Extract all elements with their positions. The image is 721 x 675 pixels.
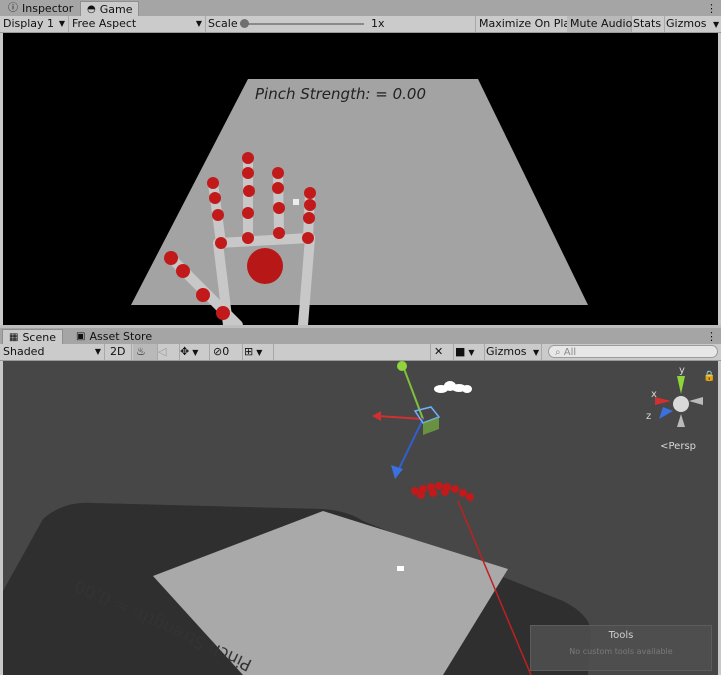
cloud-icon xyxy=(434,381,472,393)
chevron-down-icon: ▼ xyxy=(713,20,720,29)
shading-dropdown[interactable]: Shaded ▼ xyxy=(0,344,105,360)
gizmo-z-label: z xyxy=(646,411,651,422)
persp-text: Persp xyxy=(668,441,697,452)
gizmos-dropdown[interactable]: Gizmos ▼ xyxy=(663,16,721,32)
tab-scene-label: Scene xyxy=(22,331,56,344)
gamepad-icon: ◓ xyxy=(87,3,96,15)
bag-icon: ▣ xyxy=(76,330,86,342)
camera-dropdown[interactable]: ■ ▼ xyxy=(452,344,485,360)
display-label: Display 1 xyxy=(3,17,55,30)
scene-tabbar: ▦ Scene ▣ Asset Store ⋮ xyxy=(0,328,721,345)
bulb-icon: ♨ xyxy=(136,345,146,358)
wrench-icon: ✕ xyxy=(434,345,444,358)
scale-value: 1x xyxy=(371,17,385,30)
gizmo-y-label: y xyxy=(679,365,685,376)
maximize-on-play-button[interactable]: Maximize On Play xyxy=(475,16,577,32)
tab-asset-store[interactable]: ▣ Asset Store xyxy=(70,329,158,344)
game-render xyxy=(131,79,588,325)
search-input[interactable]: ⌕ All xyxy=(548,345,718,358)
gizmo-x-handle[interactable] xyxy=(372,411,381,421)
shading-label: Shaded xyxy=(3,345,45,358)
tab-scene[interactable]: ▦ Scene xyxy=(2,329,63,345)
tools-overlay: Tools No custom tools available xyxy=(530,625,712,671)
chevron-left-icon: < xyxy=(660,441,669,452)
scene-gizmos-dropdown[interactable]: Gizmos ▼ xyxy=(483,344,542,360)
tab-asset-store-label: Asset Store xyxy=(89,330,153,343)
effects-dropdown[interactable]: ✥ ▼ xyxy=(177,344,210,360)
top-tabbar: ⓘ Inspector ◓ Game ⋮ xyxy=(0,0,721,17)
orientation-gizmo[interactable] xyxy=(655,376,703,427)
scene-visibility-toggle[interactable]: ⊘0 xyxy=(210,344,243,360)
tools-subtitle: No custom tools available xyxy=(569,647,673,656)
grid-snap-icon: ⊞ xyxy=(244,345,254,358)
hand-marker xyxy=(293,199,299,205)
gizmo-y-axis xyxy=(402,365,424,420)
chevron-down-icon: ▼ xyxy=(533,348,540,357)
plane-marker xyxy=(397,566,404,571)
gizmo-z-handle[interactable] xyxy=(391,465,403,479)
ground-plane xyxy=(131,79,588,305)
pinch-strength-text: Pinch Strength: = 0.00 xyxy=(255,85,427,103)
info-icon: ⓘ xyxy=(8,2,18,14)
scale-control: Scale 1x xyxy=(205,16,476,32)
scene-toolbar: Shaded ▼ 2D ♨ ◁ ✥ ▼ ⊘0 ⊞ ▼ ✕ ■ ▼ Gizmos ▼ ⌕… xyxy=(0,344,721,361)
grid-icon: ▦ xyxy=(9,331,19,343)
search-icon: ⌕ xyxy=(555,347,561,358)
scene-hand-model xyxy=(411,482,474,501)
2d-toggle[interactable]: 2D xyxy=(107,344,132,360)
chevron-down-icon: ▼ xyxy=(192,348,199,357)
tools-title: Tools xyxy=(608,630,634,641)
gizmo-x-label: x xyxy=(651,389,657,400)
gizmo-x-axis xyxy=(377,415,424,420)
chevron-down-icon: ▼ xyxy=(58,19,65,28)
tab-inspector[interactable]: ⓘ Inspector xyxy=(2,1,79,16)
tab-inspector-label: Inspector xyxy=(22,2,74,15)
scale-slider-knob[interactable] xyxy=(240,19,249,28)
kebab-menu-icon[interactable]: ⋮ xyxy=(706,330,717,343)
persp-label[interactable]: <Persp xyxy=(660,441,696,452)
chevron-down-icon: ▼ xyxy=(468,348,475,357)
gizmo-y-handle[interactable] xyxy=(397,361,407,371)
scale-slider-track[interactable] xyxy=(240,23,364,25)
gizmos-label: Gizmos xyxy=(666,17,707,30)
stats-button[interactable]: Stats xyxy=(630,16,665,32)
hidden-count: 0 xyxy=(222,345,230,358)
gizmo-z-axis xyxy=(397,418,424,472)
chevron-down-icon: ▼ xyxy=(256,348,263,357)
display-dropdown[interactable]: Display 1 ▼ xyxy=(0,16,69,32)
chevron-down-icon: ▼ xyxy=(94,347,101,356)
grid-dropdown[interactable]: ⊞ ▼ xyxy=(241,344,274,360)
tools-button[interactable]: ✕ xyxy=(430,344,454,360)
game-view[interactable]: Pinch Strength: = 0.00 xyxy=(3,33,718,325)
eye-off-icon: ⊘ xyxy=(213,345,223,358)
aspect-dropdown[interactable]: Free Aspect ▼ xyxy=(69,16,206,32)
chevron-down-icon: ▼ xyxy=(195,19,202,28)
scene-view[interactable]: y x z 🔒 Pinch Strength: = 0.00 <Persp To… xyxy=(3,361,718,675)
effects-icon: ✥ xyxy=(180,345,190,358)
game-toolbar: Display 1 ▼ Free Aspect ▼ Scale 1x Maxim… xyxy=(0,16,721,33)
camera-icon: ■ xyxy=(455,345,466,358)
mute-audio-button[interactable]: Mute Audio xyxy=(567,16,632,32)
scale-label: Scale xyxy=(208,17,238,30)
scene-gizmos-label: Gizmos xyxy=(486,345,527,358)
lock-icon[interactable]: 🔒 xyxy=(703,370,715,382)
aspect-label: Free Aspect xyxy=(72,17,137,30)
search-placeholder: All xyxy=(563,347,577,358)
speaker-icon: ◁ xyxy=(158,345,167,358)
kebab-menu-icon[interactable]: ⋮ xyxy=(706,2,717,15)
tab-game-label: Game xyxy=(99,3,133,16)
tab-game[interactable]: ◓ Game xyxy=(80,1,140,17)
